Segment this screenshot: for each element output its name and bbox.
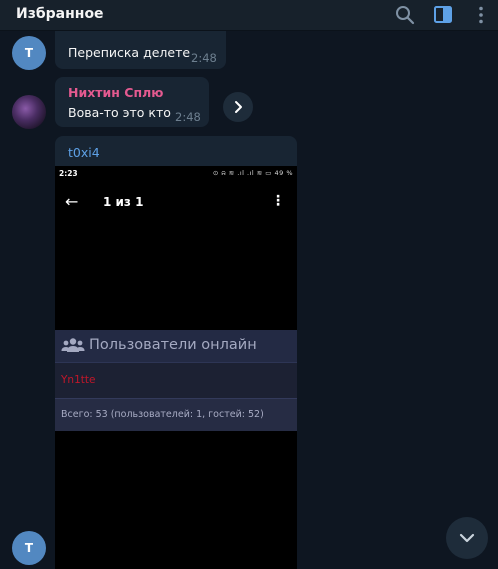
message-photo[interactable]: 2:23 ⊙ ⍾ ≋ .ıl .ıl ≋ ▭ 49 % ← 1 из 1 ⋮ П… — [55, 166, 297, 569]
forward-button[interactable] — [223, 92, 253, 122]
sender-name[interactable]: Нихтин Сплю — [68, 85, 163, 100]
status-icons: ⊙ ⍾ ≋ .ıl .ıl ≋ ▭ 49 % — [212, 169, 293, 177]
avatar-letter: Т — [24, 46, 34, 60]
avatar[interactable] — [12, 95, 46, 129]
message-time: 2:48 — [175, 110, 201, 124]
online-panel-title: Пользователи онлайн — [89, 337, 257, 353]
online-panel-header: Пользователи онлайн — [55, 330, 297, 362]
online-user-row: Yn1tte — [55, 362, 297, 399]
chevron-down-icon — [459, 533, 475, 543]
chevron-right-icon — [235, 101, 242, 113]
more-vertical-icon: ⋮ — [271, 193, 285, 209]
photo-counter: 1 из 1 — [103, 195, 144, 209]
message-text: Вова-то это кто — [68, 105, 171, 120]
users-icon — [61, 337, 85, 357]
online-total: Всего: 53 (пользователей: 1, гостей: 52) — [61, 409, 264, 420]
avatar[interactable]: Т — [12, 531, 46, 565]
status-time: 2:23 — [59, 169, 78, 178]
online-total-row: Всего: 53 (пользователей: 1, гостей: 52) — [55, 398, 297, 431]
avatar[interactable]: Т — [12, 36, 46, 70]
online-user-name: Yn1tte — [61, 374, 96, 386]
message-bubble[interactable]: Нихтин Сплю Вова-то это кто 2:48 — [55, 77, 209, 127]
sidebar-toggle-icon[interactable] — [432, 4, 454, 26]
back-arrow-icon: ← — [65, 192, 79, 211]
more-vertical-icon[interactable] — [470, 4, 492, 26]
message-text: Переписка делете — [68, 45, 191, 60]
message-bubble[interactable]: Переписка делете 2:48 — [55, 31, 226, 69]
search-icon[interactable] — [394, 4, 416, 26]
chat-title: Избранное — [16, 6, 104, 22]
chat-header: Избранное — [0, 0, 498, 31]
sender-name[interactable]: t0xi4 — [68, 145, 100, 160]
scroll-down-button[interactable] — [446, 517, 488, 559]
avatar-letter: Т — [24, 541, 34, 555]
message-time: 2:48 — [191, 51, 217, 65]
